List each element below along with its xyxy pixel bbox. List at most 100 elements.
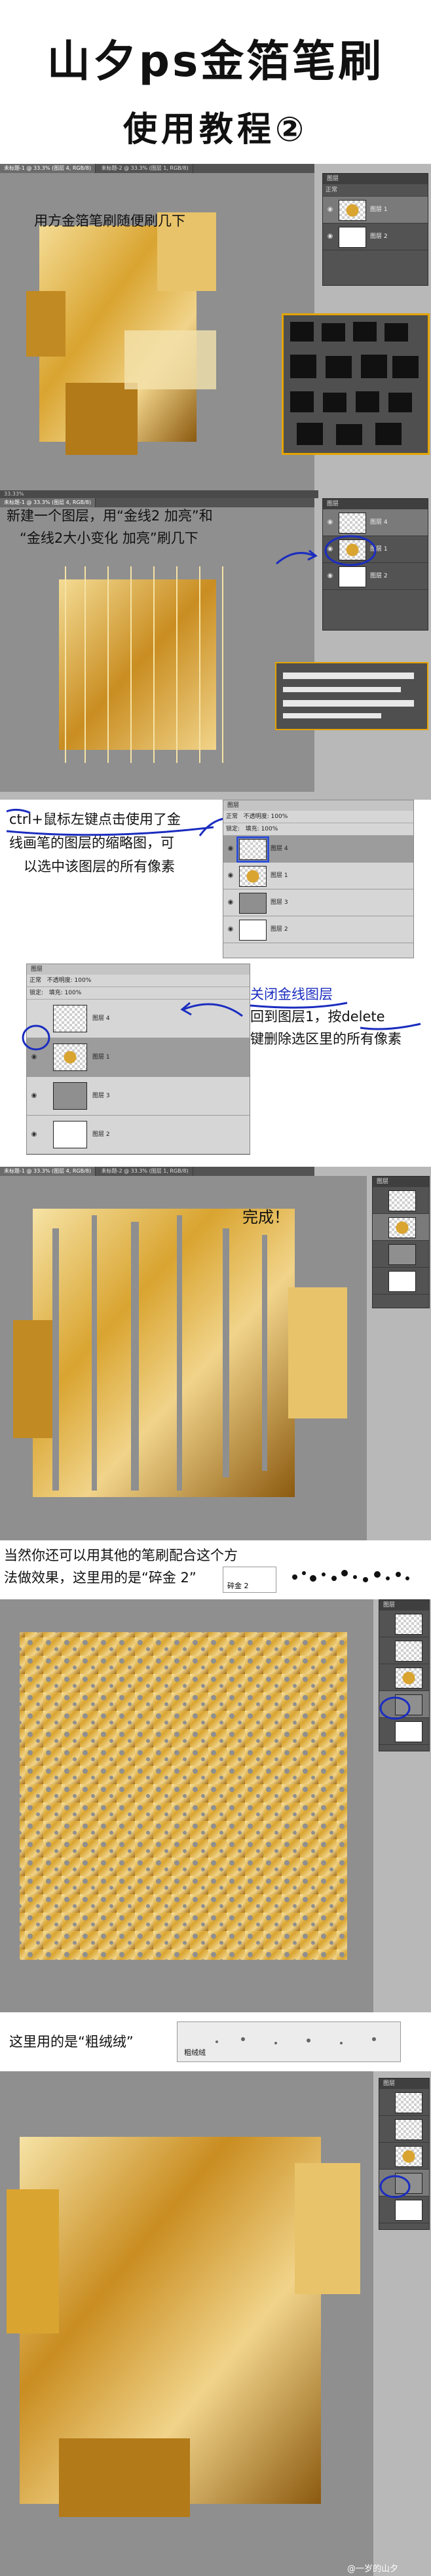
layer-row[interactable]: ◉ 图层 3 (223, 889, 413, 916)
layer-thumbnail[interactable] (239, 866, 267, 887)
layer-thumbnail[interactable] (339, 566, 366, 587)
layer-row[interactable]: 图层 4 (27, 1000, 250, 1038)
blend-mode-row[interactable]: 正常 不透明度: 100% (223, 811, 413, 823)
layer-thumbnail[interactable] (395, 1721, 422, 1742)
layer-row[interactable]: ◉ 图层 4 (323, 509, 428, 536)
brush-thumbnail[interactable] (283, 713, 381, 718)
layer-thumbnail[interactable] (53, 1005, 87, 1032)
layer-row[interactable]: ◉ 图层 2 (223, 916, 413, 943)
blend-mode-row[interactable]: 正常 (323, 184, 428, 197)
layer-row[interactable] (379, 2196, 429, 2223)
layer-row[interactable] (379, 1637, 429, 1664)
document-tab[interactable]: 未标题-2 @ 33.3% (图层 1, RGB/8) (98, 164, 193, 173)
eye-icon[interactable]: ◉ (29, 1130, 39, 1139)
layer-thumbnail[interactable] (388, 1217, 416, 1238)
brush-thumbnail[interactable] (283, 687, 401, 692)
brush-thumbnail[interactable] (326, 356, 352, 378)
layer-thumbnail[interactable] (395, 1668, 422, 1688)
brush-thumbnail[interactable] (290, 355, 316, 378)
layer-row[interactable]: ◉ 图层 1 (27, 1038, 250, 1077)
brush-thumbnail[interactable] (283, 700, 414, 707)
layer-thumbnail[interactable] (236, 836, 269, 863)
layer-thumbnail[interactable] (395, 1614, 422, 1635)
layer-row[interactable] (373, 1214, 429, 1241)
layer-row[interactable]: ◉ 图层 2 (27, 1116, 250, 1154)
brush-thumbnail[interactable] (356, 391, 379, 412)
document-tab[interactable]: 未标题-2 @ 33.3% (图层 1, RGB/8) (98, 1167, 193, 1176)
layer-thumbnail[interactable] (53, 1044, 87, 1071)
layer-row[interactable]: ◉ 图层 4 (223, 836, 413, 863)
eye-icon[interactable]: ◉ (326, 205, 335, 214)
layer-row[interactable] (373, 1241, 429, 1268)
layer-thumbnail[interactable] (53, 1121, 87, 1148)
eye-icon[interactable]: ◉ (326, 572, 335, 581)
layer-row[interactable]: ◉ 图层 2 (323, 224, 428, 250)
layer-thumbnail[interactable] (395, 1694, 422, 1715)
layer-row[interactable] (373, 1187, 429, 1214)
brush-thumbnail[interactable] (322, 323, 345, 342)
canvas[interactable] (0, 1599, 373, 2012)
layer-row[interactable] (379, 1691, 429, 1718)
brush-thumbnail[interactable] (290, 322, 314, 342)
document-tab[interactable]: 未标题-1 @ 33.3% (图层 4, RGB/8) (0, 164, 96, 173)
eye-icon[interactable]: ◉ (226, 844, 235, 853)
blend-mode-row[interactable]: 正常 不透明度: 100% (27, 975, 250, 987)
brush-thumbnail[interactable] (388, 393, 412, 412)
layer-thumbnail[interactable] (239, 920, 267, 941)
eye-icon[interactable]: ◉ (326, 232, 335, 241)
layer-thumbnail[interactable] (339, 539, 366, 560)
canvas[interactable] (0, 1176, 367, 1540)
layer-row[interactable] (379, 1718, 429, 1745)
layer-thumbnail[interactable] (388, 1190, 416, 1211)
fill-value[interactable]: 100% (65, 990, 82, 996)
canvas[interactable] (0, 507, 314, 792)
layer-thumbnail[interactable] (339, 513, 366, 534)
layer-thumbnail[interactable] (395, 2092, 422, 2113)
brush-thumbnail[interactable] (283, 673, 414, 679)
brush-thumbnail[interactable] (392, 356, 419, 378)
blend-mode-select[interactable]: 正常 (226, 813, 238, 820)
layer-thumbnail[interactable] (395, 2146, 422, 2167)
fill-value[interactable]: 100% (261, 826, 278, 832)
layer-row[interactable]: ◉ 图层 1 (323, 536, 428, 563)
eye-icon[interactable]: ◉ (326, 518, 335, 527)
opacity-value[interactable]: 100% (75, 977, 92, 984)
layer-thumbnail[interactable] (388, 1271, 416, 1292)
layer-row[interactable] (379, 2089, 429, 2116)
brush-thumbnail[interactable] (353, 322, 377, 342)
brush-thumbnail[interactable] (384, 323, 408, 342)
layer-row[interactable]: ◉ 图层 1 (223, 863, 413, 889)
layer-thumbnail[interactable] (395, 1641, 422, 1662)
document-tab[interactable]: 未标题-1 @ 33.3% (图层 4, RGB/8) (0, 1167, 96, 1176)
layer-thumbnail[interactable] (239, 893, 267, 914)
brush-thumbnail[interactable] (336, 424, 362, 445)
blend-mode-select[interactable]: 正常 (29, 977, 41, 984)
brush-thumbnail[interactable] (297, 423, 323, 445)
layer-thumbnail[interactable] (53, 1082, 87, 1110)
layer-thumbnail[interactable] (339, 227, 366, 248)
eye-icon[interactable]: ◉ (226, 898, 235, 907)
brush-thumbnail[interactable] (375, 423, 402, 445)
brush-thumbnail[interactable] (323, 393, 347, 412)
layer-thumbnail[interactable] (388, 1244, 416, 1265)
eye-icon[interactable]: ◉ (29, 1091, 39, 1101)
blend-mode-select[interactable]: 正常 (326, 187, 337, 193)
eye-icon[interactable]: ◉ (226, 925, 235, 934)
layer-thumbnail[interactable] (395, 2173, 422, 2194)
layer-thumbnail[interactable] (395, 2119, 422, 2140)
eye-icon[interactable]: ◉ (326, 545, 335, 554)
layer-thumbnail[interactable] (395, 2200, 422, 2221)
layer-row[interactable] (379, 2143, 429, 2170)
layer-row[interactable] (379, 2116, 429, 2143)
layer-row[interactable]: ◉ 图层 1 (323, 197, 428, 224)
eye-icon[interactable]: ◉ (29, 1053, 39, 1062)
brush-thumbnail[interactable] (361, 355, 387, 378)
layer-thumbnail[interactable] (339, 200, 366, 221)
layer-row[interactable] (373, 1268, 429, 1295)
opacity-value[interactable]: 100% (271, 813, 288, 820)
eye-icon[interactable]: ◉ (226, 871, 235, 880)
layer-row[interactable] (379, 1664, 429, 1691)
brush-thumbnail[interactable] (290, 391, 314, 412)
brush-label-box[interactable]: 碎金 2 (223, 1567, 276, 1593)
layer-row[interactable] (379, 1610, 429, 1637)
